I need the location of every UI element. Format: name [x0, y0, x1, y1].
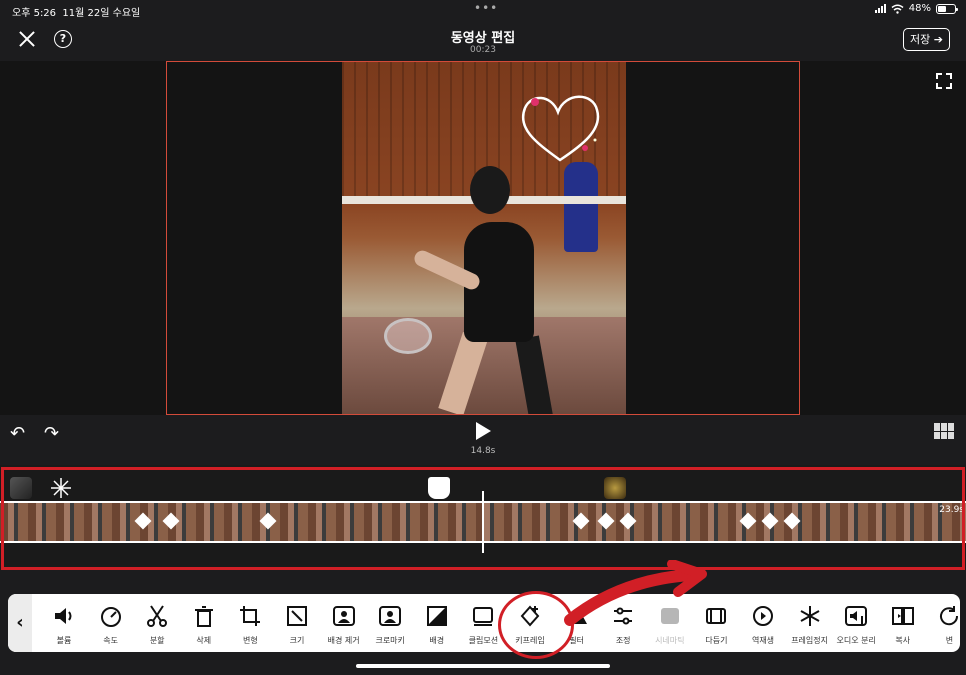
playback-controls: ↶ ↷ 14.8s [0, 415, 966, 465]
tool-background[interactable]: 배경 [414, 594, 460, 652]
tool-speed[interactable]: 속도 [88, 594, 134, 652]
freeze-frame-icon [800, 606, 820, 626]
tool-resize[interactable]: 크기 [274, 594, 320, 652]
multitasking-dots-icon[interactable]: ••• [474, 1, 498, 15]
video-frame[interactable] [342, 62, 626, 414]
edit-toolbar: ‹ 볼륨 속도 분할 삭제 변형 크기 배경 제거 크로마키 배경 클립모션 키프레임 필터 조정 시네마… [8, 594, 960, 652]
background-person [564, 162, 598, 252]
volume-icon [55, 608, 72, 624]
background-icon [426, 606, 447, 626]
trash-icon [194, 606, 213, 627]
timeline-highlight-box [1, 467, 965, 570]
tool-label: 변 [945, 636, 954, 645]
page-title: 동영상 편집 [450, 31, 516, 46]
tool-scissors[interactable]: 분할 [134, 594, 180, 652]
speed-icon [100, 607, 121, 627]
battery-percent: 48% [908, 3, 931, 14]
status-time: 오후 5:26 11월 22일 수요일 [12, 8, 141, 19]
play-icon[interactable] [476, 422, 491, 440]
video-preview [0, 61, 966, 415]
video-duration: 00:23 [470, 45, 496, 55]
cellular-signal-icon [874, 4, 886, 13]
canvas-frame [166, 61, 800, 415]
tool-freeze-frame[interactable]: 프레임정지 [787, 594, 833, 652]
tool-volume[interactable]: 볼륨 [41, 594, 87, 652]
status-right: 48% [874, 3, 958, 14]
battery-icon [936, 3, 958, 14]
replace-icon [940, 606, 959, 626]
clip-motion-icon [473, 607, 494, 626]
racket [384, 318, 432, 354]
tool-crop[interactable]: 변형 [227, 594, 273, 652]
crop-icon [240, 606, 261, 626]
tool-replace[interactable]: 변 [926, 594, 960, 652]
fullscreen-icon[interactable] [936, 73, 952, 89]
current-time: 14.8s [470, 446, 496, 456]
resize-icon [287, 606, 307, 626]
audio-detach-icon [845, 606, 868, 626]
wifi-icon [891, 4, 904, 14]
tool-copy[interactable]: 복사 [880, 594, 926, 652]
red-arrow-annotation [564, 560, 707, 626]
tool-audio-detach[interactable]: 오디오 분리 [833, 594, 879, 652]
toolbar-back-button[interactable]: ‹ [8, 594, 32, 652]
status-bar: 오후 5:26 11월 22일 수요일 ••• 48% [0, 0, 966, 20]
top-bar: ? 동영상 편집 00:23 저장 ➔ [0, 20, 966, 60]
save-button[interactable]: 저장 ➔ [903, 28, 950, 51]
chroma-key-icon [379, 606, 402, 626]
home-indicator[interactable] [356, 664, 610, 668]
heart-sticker-icon[interactable] [515, 90, 605, 170]
tool-reverse[interactable]: 역재생 [740, 594, 786, 652]
scissors-icon [147, 605, 168, 627]
copy-icon [891, 607, 914, 625]
tool-remove-background[interactable]: 배경 제거 [321, 594, 367, 652]
tool-trash[interactable]: 삭제 [181, 594, 227, 652]
timeline[interactable]: 23.9s [0, 465, 966, 570]
remove-background-icon [332, 606, 355, 626]
reverse-icon [753, 606, 773, 626]
tool-chroma-key[interactable]: 크로마키 [367, 594, 413, 652]
grid-view-icon[interactable] [934, 423, 954, 439]
redo-icon[interactable]: ↷ [44, 423, 59, 444]
undo-icon[interactable]: ↶ [10, 423, 25, 444]
